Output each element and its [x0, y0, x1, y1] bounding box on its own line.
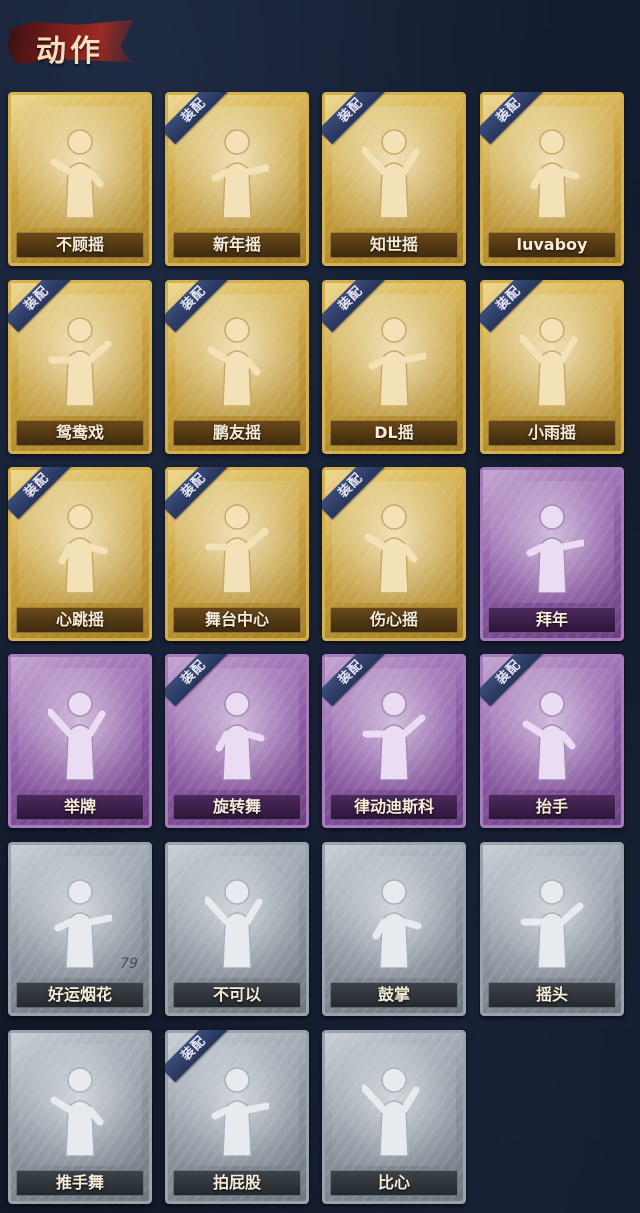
card-label: DL摇: [374, 423, 414, 442]
card-label: 不顾摇: [55, 235, 104, 254]
action-card[interactable]: 旋转舞 装配: [165, 654, 309, 828]
action-card[interactable]: 心跳摇 装配: [8, 467, 152, 641]
clap-icon: [362, 872, 426, 969]
card-label: 鹏友摇: [212, 423, 261, 442]
action-card[interactable]: 不顾摇: [8, 92, 152, 266]
action-card[interactable]: 伤心摇 装配: [322, 467, 466, 641]
action-card[interactable]: luvaboy 装配: [480, 92, 624, 266]
finger-wag-icon: [203, 872, 269, 969]
card-label: 旋转舞: [212, 797, 261, 816]
action-card[interactable]: 拜年: [480, 467, 624, 641]
action-card[interactable]: 舞台中心 装配: [165, 467, 309, 641]
action-card[interactable]: 鹏友摇 装配: [165, 280, 309, 454]
card-label: luvaboy: [516, 235, 588, 254]
card-label: 推手舞: [55, 1173, 104, 1192]
action-card[interactable]: 新年摇 装配: [165, 92, 309, 266]
card-label: 比心: [377, 1173, 410, 1192]
action-card[interactable]: 比心: [322, 1030, 466, 1204]
action-card[interactable]: 律动迪斯科 装配: [322, 654, 466, 828]
action-card[interactable]: 抬手 装配: [480, 654, 624, 828]
slap-butt-icon: [205, 1060, 271, 1157]
card-label: 心跳摇: [55, 610, 104, 629]
card-label: 小雨摇: [527, 423, 576, 442]
section-header: 动作: [8, 8, 136, 76]
head-shake-icon: [520, 872, 584, 969]
dance-cross-arms-icon: [520, 122, 584, 219]
card-label: 知世摇: [369, 235, 418, 254]
card-label: 鼓掌: [377, 985, 410, 1004]
dance-arms-icon: [48, 310, 112, 407]
dance-spotlight-icon: [205, 497, 269, 594]
dance-sway-icon: [360, 122, 426, 219]
spin-dance-icon: [205, 684, 269, 781]
new-year-bow-icon: [520, 497, 586, 594]
dance-shrug-icon: [205, 310, 269, 407]
card-label: 好运烟花: [47, 985, 112, 1004]
action-card[interactable]: 知世摇 装配: [322, 92, 466, 266]
finger-heart-icon: [360, 1060, 426, 1157]
card-label: 新年摇: [212, 235, 261, 254]
card-label: 伤心摇: [369, 610, 418, 629]
push-dance-icon: [48, 1060, 112, 1157]
dance-heartbeat-icon: [48, 497, 112, 594]
action-card[interactable]: 推手舞: [8, 1030, 152, 1204]
action-card[interactable]: DL摇 装配: [322, 280, 466, 454]
card-label: 摇头: [535, 985, 568, 1004]
card-label: 舞台中心: [204, 610, 269, 629]
action-card[interactable]: 小雨摇 装配: [480, 280, 624, 454]
action-card[interactable]: 不可以: [165, 842, 309, 1016]
dance-point-icon: [48, 122, 112, 219]
disco-icon: [362, 684, 426, 781]
action-card[interactable]: 好运烟花 79: [8, 842, 152, 1016]
hold-sign-icon: [46, 684, 112, 781]
card-label: 律动迪斯科: [353, 797, 434, 816]
dance-raise-arm-icon: [362, 310, 428, 407]
card-label: 不可以: [212, 985, 261, 1004]
item-count: 79: [120, 956, 138, 972]
card-label: 拍屁股: [212, 1173, 261, 1192]
action-card[interactable]: 举牌: [8, 654, 152, 828]
dance-heart-hands-icon: [362, 497, 426, 594]
card-label: 举牌: [63, 797, 96, 816]
dance-fold-arms-icon: [518, 310, 584, 407]
dance-clap-icon: [205, 122, 271, 219]
action-card[interactable]: 拍屁股 装配: [165, 1030, 309, 1204]
firework-icon: [48, 872, 114, 969]
section-title: 动作: [36, 34, 104, 69]
card-label: 抬手: [535, 797, 568, 816]
raise-hand-icon: [520, 684, 584, 781]
action-card[interactable]: 鼓掌: [322, 842, 466, 1016]
card-label: 鸳鸯戏: [55, 423, 104, 442]
action-card[interactable]: 摇头: [480, 842, 624, 1016]
action-card[interactable]: 鸳鸯戏 装配: [8, 280, 152, 454]
card-label: 拜年: [535, 610, 568, 629]
